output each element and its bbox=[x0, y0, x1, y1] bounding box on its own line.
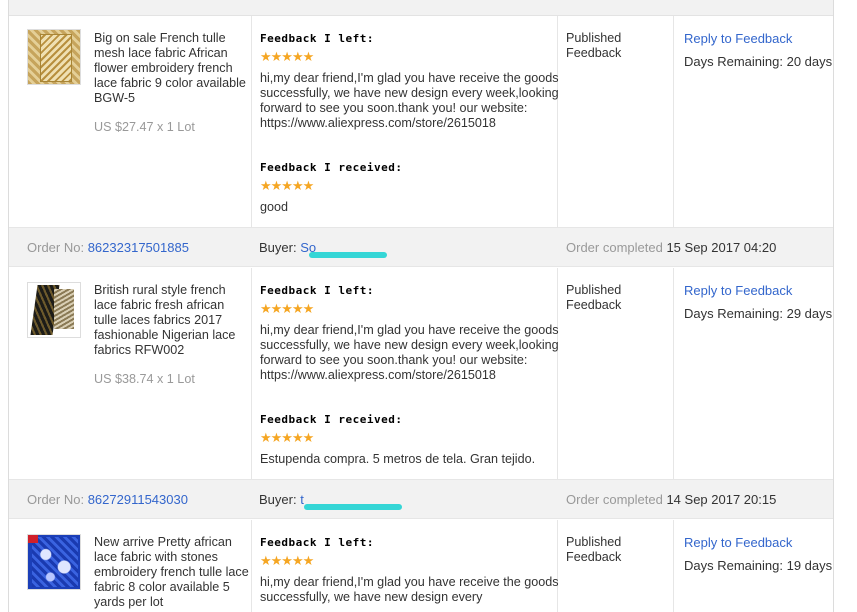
feedback-received-text: good bbox=[260, 200, 289, 214]
feedback-left-label: Feedback I left: bbox=[260, 284, 374, 297]
order-completed-date: 14 Sep 2017 20:15 bbox=[666, 492, 777, 507]
order-header: Order No: 86232317501885 Buyer: So Order… bbox=[9, 227, 833, 267]
order-row-1: Big on sale French tulle mesh lace fabri… bbox=[9, 16, 833, 227]
column-divider bbox=[673, 520, 674, 612]
order-number-label: Order No: bbox=[27, 492, 85, 507]
order-number-field: Order No: 86232317501885 bbox=[27, 240, 189, 255]
published-status: Published Feedback bbox=[566, 283, 622, 312]
order-row-2: British rural style french lace fabric f… bbox=[9, 268, 833, 479]
buyer-label: Buyer: bbox=[259, 492, 297, 507]
previous-order-header-edge bbox=[9, 0, 833, 16]
feedback-left-text: hi,my dear friend,I'm glad you have rece… bbox=[260, 323, 559, 382]
feedback-left-text: hi,my dear friend,I'm glad you have rece… bbox=[260, 71, 559, 130]
feedback-left-label: Feedback I left: bbox=[260, 32, 374, 45]
dark-lace-fabric-thumbnail[interactable] bbox=[27, 282, 81, 338]
redaction-mark bbox=[308, 252, 387, 258]
redaction-mark bbox=[303, 504, 402, 510]
feedback-list: Big on sale French tulle mesh lace fabri… bbox=[8, 0, 834, 612]
feedback-left-label: Feedback I left: bbox=[260, 536, 374, 549]
order-number-link[interactable]: 86232317501885 bbox=[88, 240, 189, 255]
gold-lace-fabric-thumbnail[interactable] bbox=[27, 29, 81, 85]
column-divider bbox=[673, 16, 674, 227]
star-rating-left: ★★★★★ bbox=[260, 553, 314, 568]
buyer-name-visible: S bbox=[300, 240, 309, 255]
column-divider bbox=[251, 16, 252, 227]
days-remaining: Days Remaining: 19 days bbox=[684, 558, 833, 573]
buyer-name-link[interactable]: t bbox=[300, 492, 402, 510]
order-status-field: Order completed 14 Sep 2017 20:15 bbox=[566, 492, 776, 507]
order-status-label: Order completed bbox=[566, 492, 663, 507]
feedback-left-text: hi,my dear friend,I'm glad you have rece… bbox=[260, 575, 559, 604]
star-rating-received: ★★★★★ bbox=[260, 430, 314, 445]
product-title-link[interactable]: Big on sale French tulle mesh lace fabri… bbox=[94, 31, 249, 106]
reply-to-feedback-link[interactable]: Reply to Feedback bbox=[684, 31, 792, 46]
reply-to-feedback-link[interactable]: Reply to Feedback bbox=[684, 283, 792, 298]
reply-to-feedback-link[interactable]: Reply to Feedback bbox=[684, 535, 792, 550]
star-rating-received: ★★★★★ bbox=[260, 178, 314, 193]
days-remaining: Days Remaining: 29 days bbox=[684, 306, 833, 321]
buyer-name-link[interactable]: So bbox=[300, 240, 387, 258]
blue-lace-fabric-thumbnail[interactable] bbox=[27, 534, 81, 590]
order-row-3: New arrive Pretty african lace fabric wi… bbox=[9, 520, 833, 612]
column-divider bbox=[673, 268, 674, 479]
feedback-received-text: Estupenda compra. 5 metros de tela. Gran… bbox=[260, 452, 536, 466]
column-divider bbox=[251, 268, 252, 479]
star-rating-left: ★★★★★ bbox=[260, 49, 314, 64]
product-price: US $27.47 x 1 Lot bbox=[94, 120, 195, 134]
product-title-link[interactable]: New arrive Pretty african lace fabric wi… bbox=[94, 535, 249, 610]
buyer-field: Buyer: So bbox=[259, 240, 387, 258]
feedback-received-label: Feedback I received: bbox=[260, 161, 403, 174]
feedback-received-label: Feedback I received: bbox=[260, 413, 403, 426]
published-status: Published Feedback bbox=[566, 535, 622, 564]
order-number-field: Order No: 86272911543030 bbox=[27, 492, 188, 507]
order-header: Order No: 86272911543030 Buyer: t Order … bbox=[9, 479, 833, 519]
days-remaining: Days Remaining: 20 days bbox=[684, 54, 833, 69]
order-completed-date: 15 Sep 2017 04:20 bbox=[666, 240, 777, 255]
order-status-field: Order completed 15 Sep 2017 04:20 bbox=[566, 240, 776, 255]
star-rating-left: ★★★★★ bbox=[260, 301, 314, 316]
published-status: Published Feedback bbox=[566, 31, 622, 60]
order-number-link[interactable]: 86272911543030 bbox=[88, 492, 188, 507]
order-status-label: Order completed bbox=[566, 240, 663, 255]
buyer-label: Buyer: bbox=[259, 240, 297, 255]
column-divider bbox=[251, 520, 252, 612]
product-price: US $38.74 x 1 Lot bbox=[94, 372, 195, 386]
buyer-field: Buyer: t bbox=[259, 492, 402, 510]
order-number-label: Order No: bbox=[27, 240, 85, 255]
product-title-link[interactable]: British rural style french lace fabric f… bbox=[94, 283, 249, 358]
